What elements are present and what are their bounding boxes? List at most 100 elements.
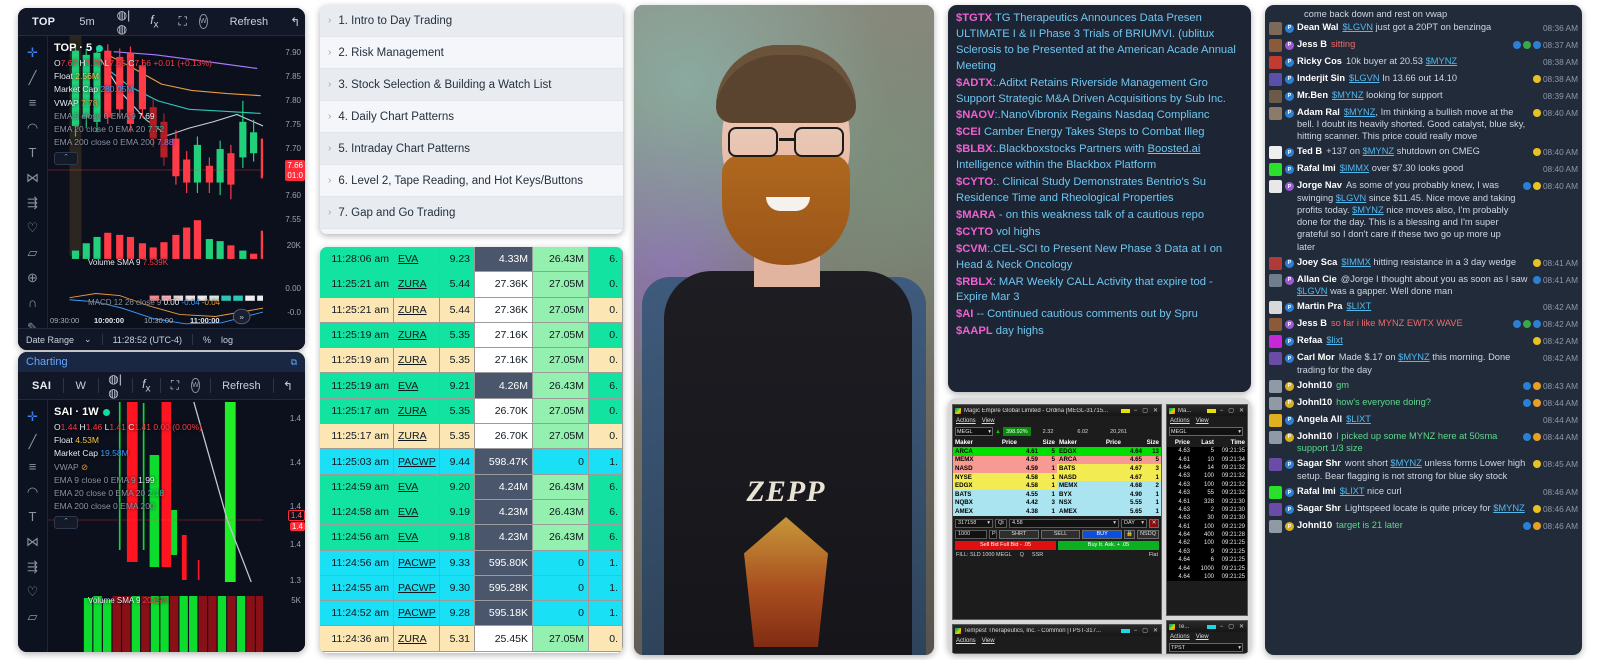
sell-bid-hotkey[interactable]: Sell Bid Full Bid - .05: [955, 540, 1056, 550]
chart-symbol-bottom[interactable]: SAI: [24, 380, 59, 392]
chat-ticker[interactable]: $LGVN: [1336, 193, 1367, 203]
maximize-icon[interactable]: ▢: [1227, 407, 1235, 414]
table-row[interactable]: 11:24:56 am EVA 9.18 4.23M 26.43M 6.: [320, 525, 623, 551]
bid-row[interactable]: ARCA 4.61 5: [953, 447, 1057, 456]
close-icon[interactable]: ✕: [1152, 627, 1159, 634]
chat-message[interactable]: P Adam Ral $MYNZ, Im thinking a bullish mo…: [1269, 104, 1578, 144]
level2-tape-window[interactable]: Ma... − ▢ ✕ Actions View MEGL ▾ Price Las…: [1166, 404, 1248, 616]
ask-row[interactable]: MEMX 4.68 2: [1057, 481, 1161, 490]
pattern-icon[interactable]: ⋈: [21, 165, 45, 190]
favorites-icon[interactable]: ♡: [21, 579, 45, 604]
window-titlebar[interactable]: Ma... − ▢ ✕: [1167, 405, 1247, 416]
table-row[interactable]: 11:25:19 am EVA 9.21 4.26M 26.43M 6.: [320, 373, 623, 399]
grid-icon[interactable]: ⛶: [173, 14, 193, 29]
news-item[interactable]: $CYTO vol highs: [956, 225, 1243, 241]
date-range-button[interactable]: Date Range: [26, 335, 74, 345]
order-entry-row-1[interactable]: 317158 ▾ Qt 4.58 ▾ DAY ▾ ✕: [953, 517, 1161, 529]
chat-username[interactable]: Allan Cie: [1297, 274, 1337, 284]
level2-control-row[interactable]: MEGL ▾ ▲ 398.92% 2.32 6.02 20,261: [953, 426, 1161, 437]
chat-message-list[interactable]: P Dean Wal $LGVN just got a 20PT on benzin…: [1269, 19, 1578, 535]
chat-username[interactable]: Jess B: [1297, 39, 1327, 49]
chart-tool-sidebar-top[interactable]: ✛ ╱ ≡ ◠ T ⋈ ⇶ ♡ ▱ ⊕ ∩ ✎: [18, 36, 48, 350]
chat-ticker[interactable]: $IMMX: [1341, 257, 1370, 267]
maximize-icon[interactable]: ▢: [1141, 407, 1149, 414]
level2-window-megl[interactable]: Magic Empire Global Limited - Ordina [ME…: [952, 404, 1162, 620]
window-menubar[interactable]: Actions View: [953, 416, 1161, 426]
chat-ticker[interactable]: $MYNZ: [1390, 458, 1422, 468]
chevron-down-icon[interactable]: ⌄: [84, 334, 92, 345]
bid-row[interactable]: NYSE 4.58 1: [953, 472, 1057, 482]
ask-row[interactable]: NSX 5.55 1: [1057, 498, 1161, 508]
chat-ticker[interactable]: $MYNZ: [1426, 56, 1458, 66]
crosshair-icon[interactable]: ✛: [21, 40, 45, 65]
window-titlebar[interactable]: Te... − ▢ ✕: [1167, 621, 1247, 632]
cell-symbol[interactable]: ZURA: [394, 626, 440, 651]
measure-icon[interactable]: ▱: [21, 240, 45, 265]
avatar[interactable]: [1269, 503, 1282, 517]
chat-username[interactable]: Jorge Nav: [1297, 180, 1342, 190]
magnet-icon[interactable]: ∩: [21, 290, 45, 315]
sell-button[interactable]: SELL: [1040, 529, 1081, 539]
chart-panel-top[interactable]: TOP 5m ◍|◍ fx ⛶ W Refresh ↰ ✛ ╱ ≡ ◠ T ⋈ …: [18, 8, 305, 350]
cell-symbol[interactable]: ZURA: [394, 322, 440, 348]
cell-symbol[interactable]: ZURA: [394, 424, 440, 449]
candlestick-icon[interactable]: ◍|◍: [102, 372, 128, 400]
time-and-sales-table[interactable]: 11:28:06 am EVA 9.23 4.33M 26.43M 6. 11:25:21 …: [320, 247, 623, 653]
fx-icon[interactable]: fx: [136, 377, 156, 394]
avatar[interactable]: [1269, 486, 1282, 500]
level2-window-tpst[interactable]: Tempest Therapeutics, Inc. - Common [TPS…: [952, 624, 1162, 654]
table-row[interactable]: 11:24:59 am EVA 9.20 4.24M 26.43M 6.: [320, 474, 623, 500]
menu-actions[interactable]: Actions: [1170, 634, 1190, 640]
chat-ticker[interactable]: $MYNZ: [1344, 107, 1376, 117]
route-select[interactable]: NSDQ: [1137, 529, 1160, 539]
window-menubar[interactable]: Actions View: [953, 636, 1161, 646]
chat-message[interactable]: P Jorge Nav As some of you probably knew, …: [1269, 178, 1578, 255]
bid-row[interactable]: NQBX 4.42 3: [953, 498, 1057, 508]
close-icon[interactable]: ✕: [1238, 623, 1245, 630]
cancel-order-button[interactable]: ✕: [1149, 518, 1159, 528]
chat-message[interactable]: P Sagar Shr wont short $MYNZ unless forms …: [1269, 456, 1578, 484]
maximize-icon[interactable]: ▢: [1141, 627, 1149, 634]
table-row[interactable]: 11:25:19 am ZURA 5.35 27.16K 27.05M 0.: [320, 348, 623, 374]
horizontal-lines-icon[interactable]: ≡: [21, 90, 45, 115]
chat-username[interactable]: Refaa: [1297, 335, 1322, 345]
menu-view[interactable]: View: [1196, 418, 1209, 424]
table-row[interactable]: 11:25:03 am PACWP 9.44 598.47K 0 1.: [320, 449, 623, 475]
avatar[interactable]: [1269, 318, 1282, 332]
buy-ask-hotkey[interactable]: Buy It. Ask. + .05: [1058, 540, 1159, 550]
menu-view[interactable]: View: [982, 418, 995, 424]
window-menubar[interactable]: Actions View: [1167, 632, 1247, 642]
chat-message[interactable]: P Allan Cie @Jorge I thought about you as …: [1269, 271, 1578, 299]
share-qty-field[interactable]: 1000: [955, 529, 987, 539]
bid-row[interactable]: MEMX 4.59 5: [953, 455, 1057, 465]
ask-row[interactable]: BATS 4.67 3: [1057, 464, 1161, 473]
cell-symbol[interactable]: PACWP: [394, 449, 440, 474]
chat-username[interactable]: JohnI10: [1297, 520, 1332, 530]
news-item[interactable]: $ADTX:.Aditxt Retains Riverside Manageme…: [956, 76, 1243, 108]
chat-username[interactable]: Sagar Shr: [1297, 503, 1341, 513]
news-item[interactable]: $RBLX: MAR Weekly CALL Activity that exp…: [956, 275, 1243, 307]
cell-symbol[interactable]: ZURA: [394, 398, 440, 424]
news-ticker[interactable]: $BLBX: [956, 143, 993, 155]
course-accordion[interactable]: › 1. Intro to Day Trading › 2. Risk Manage…: [320, 5, 623, 234]
news-item[interactable]: $MARA - on this weakness talk of a cauti…: [956, 208, 1243, 224]
menu-view[interactable]: View: [1196, 634, 1209, 640]
chat-ticker[interactable]: $LGVN: [1343, 22, 1374, 32]
chat-username[interactable]: Mr.Ben: [1297, 90, 1328, 100]
avatar[interactable]: [1269, 180, 1282, 194]
accordion-item[interactable]: › 3. Stock Selection & Building a Watch L…: [320, 69, 623, 101]
chat-message[interactable]: P Sagar Shr Lightspeed locate is quite pri…: [1269, 501, 1578, 518]
chat-username[interactable]: Angela All: [1297, 414, 1342, 424]
grid-icon[interactable]: ⛶: [165, 378, 185, 393]
menu-actions[interactable]: Actions: [1170, 418, 1190, 424]
chat-ticker[interactable]: $IMMX: [1340, 163, 1369, 173]
legend-collapse-button[interactable]: ⌃: [54, 152, 78, 166]
minimize-icon[interactable]: −: [1133, 628, 1139, 634]
measure-icon[interactable]: ▱: [21, 604, 45, 629]
news-ticker[interactable]: $MARA: [956, 209, 996, 221]
avatar[interactable]: [1269, 301, 1282, 315]
crosshair-icon[interactable]: ✛: [21, 404, 45, 429]
pattern-icon[interactable]: ⋈: [21, 529, 45, 554]
chat-message[interactable]: P JohnI10 how's everyone doing? 08:44 AM: [1269, 394, 1578, 411]
ask-row[interactable]: ARCA 4.65 5: [1057, 455, 1161, 465]
